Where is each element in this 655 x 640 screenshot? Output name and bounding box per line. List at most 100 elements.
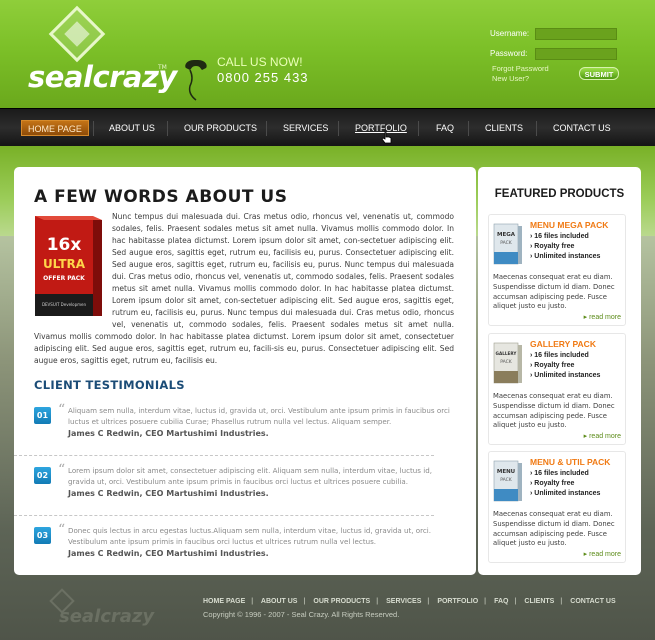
feature-text: Unlimited instances (534, 253, 601, 260)
testimonial-divider (14, 515, 434, 516)
testimonial-text: Lorem ipsum dolor sit amet, consectetuer… (68, 466, 432, 486)
testimonial-divider (14, 455, 434, 456)
footer-link-clients[interactable]: CLIENTS (524, 598, 554, 605)
feature-text: Royalty free (534, 480, 575, 487)
nav-item-products[interactable]: OUR PRODUCTS (184, 120, 257, 136)
featured-product: MEGA PACK MENU MEGA PACK › 16 files incl… (488, 214, 626, 326)
nav-item-faq[interactable]: FAQ (436, 120, 454, 136)
quote-icon: “ (58, 462, 66, 478)
feature-text: 16 files included (534, 470, 589, 477)
arrow-right-icon: ▸ (583, 551, 588, 558)
mouse-cursor-icon (381, 130, 392, 144)
product-box-image: GALLERY PACK (493, 342, 522, 384)
phone-icon (185, 60, 207, 101)
password-label: Password: (490, 49, 528, 58)
product-feature: › Unlimited instances (530, 372, 601, 379)
product-description: Maecenas consequat erat eu diam. Suspend… (493, 510, 615, 548)
forgot-password-link[interactable]: Forgot Password (492, 64, 549, 73)
testimonial-author: James C Redwin, CEO Martushimi Industrie… (68, 549, 269, 558)
logo-tm: TM (158, 64, 167, 71)
feature-text: Royalty free (534, 362, 575, 369)
read-more-link[interactable]: ▸ read more (584, 550, 621, 558)
nav-item-services[interactable]: SERVICES (283, 120, 328, 136)
nav-divider (418, 121, 419, 136)
footer-logo[interactable]: sealcrazy (59, 606, 154, 627)
about-text-block: Nunc tempus dui malesuada dui. Cras metu… (34, 211, 454, 367)
quote-icon: “ (58, 402, 66, 418)
footer-link-home[interactable]: HOME PAGE (203, 598, 245, 605)
testimonial-author: James C Redwin, CEO Martushimi Industrie… (68, 429, 269, 438)
submit-button[interactable]: SUBMIT (579, 67, 619, 80)
read-more-link[interactable]: ▸ read more (584, 313, 621, 321)
footer-link-about[interactable]: ABOUT US (261, 598, 298, 605)
nav-divider (167, 121, 168, 136)
featured-products-card: FEATURED PRODUCTS MEGA PACK MENU MEGA PA… (478, 167, 641, 575)
featured-title: FEATURED PRODUCTS (494, 188, 625, 200)
nav-divider (338, 121, 339, 136)
product-feature: › 16 files included (530, 233, 589, 240)
product-box-image: MENU PACK (493, 460, 522, 502)
box-sub: PACK (500, 477, 513, 483)
arrow-right-icon: ▸ (583, 433, 588, 440)
testimonial-number-badge: 01 (34, 407, 51, 424)
footer-link-portfolio[interactable]: PORTFOLIO (437, 598, 478, 605)
footer-link-contact[interactable]: CONTACT US (570, 598, 615, 605)
nav-divider (468, 121, 469, 136)
nav-item-home[interactable]: HOME PAGE (21, 120, 89, 136)
feature-text: Unlimited instances (534, 490, 601, 497)
product-name[interactable]: MENU & UTIL PACK (530, 457, 610, 467)
quote-icon: “ (58, 522, 66, 538)
product-feature: › Royalty free (530, 243, 575, 250)
main-nav: HOME PAGE ABOUT US OUR PRODUCTS SERVICES… (0, 108, 655, 146)
call-number: 0800 255 433 (217, 70, 309, 85)
footer-nav: HOME PAGE | ABOUT US | OUR PRODUCTS | SERVI… (203, 598, 616, 605)
testimonial-number-badge: 02 (34, 467, 51, 484)
product-description: Maecenas consequat erat eu diam. Suspend… (493, 392, 615, 430)
about-title: A FEW WORDS ABOUT US (34, 187, 288, 207)
product-box-image: MEGA PACK (493, 223, 522, 265)
box-label: GALLERY (496, 351, 518, 356)
product-name[interactable]: GALLERY PACK (530, 339, 596, 349)
box-sub: PACK (500, 240, 513, 246)
arrow-right-icon: ▸ (583, 314, 588, 321)
read-more-link[interactable]: ▸ read more (584, 432, 621, 440)
nav-item-clients[interactable]: CLIENTS (485, 120, 523, 136)
about-card: A FEW WORDS ABOUT US 16x ULTRA OFFER PAC… (14, 167, 476, 575)
read-more-label: read more (589, 314, 621, 321)
logo-mark-icon (48, 5, 106, 63)
read-more-label: read more (589, 433, 621, 440)
new-user-link[interactable]: New User? (492, 74, 529, 83)
testimonial-text: Aliquam sem nulla, interdum vitae, luctu… (68, 406, 450, 426)
feature-text: 16 files included (534, 233, 589, 240)
nav-item-about[interactable]: ABOUT US (109, 120, 155, 136)
nav-divider (93, 121, 94, 136)
product-description: Maecenas consequat erat eu diam. Suspend… (493, 273, 615, 311)
testimonial-text: Donec quis lectus in arcu egestas luctus… (68, 526, 431, 546)
feature-text: 16 files included (534, 352, 589, 359)
footer-link-faq[interactable]: FAQ (494, 598, 508, 605)
nav-divider (266, 121, 267, 136)
password-input[interactable] (535, 48, 617, 60)
testimonials-title: CLIENT TESTIMONIALS (34, 378, 185, 392)
username-label: Username: (490, 29, 530, 38)
nav-divider (536, 121, 537, 136)
box-label: MEGA (497, 232, 516, 238)
testimonial-author: James C Redwin, CEO Martushimi Industrie… (68, 489, 269, 498)
site-header: sealcrazy TM CALL US NOW! 0800 255 433 U… (0, 0, 655, 108)
footer-link-products[interactable]: OUR PRODUCTS (313, 598, 370, 605)
nav-item-contact[interactable]: CONTACT US (553, 120, 611, 136)
product-feature: › Unlimited instances (530, 253, 601, 260)
feature-text: Royalty free (534, 243, 575, 250)
read-more-label: read more (589, 551, 621, 558)
product-name[interactable]: MENU MEGA PACK (530, 220, 608, 230)
product-feature: › Unlimited instances (530, 490, 601, 497)
footer-link-services[interactable]: SERVICES (386, 598, 421, 605)
username-input[interactable] (535, 28, 617, 40)
product-feature: › 16 files included (530, 470, 589, 477)
box-sub: PACK (500, 359, 513, 365)
product-feature: › 16 files included (530, 352, 589, 359)
logo[interactable]: sealcrazy (28, 60, 177, 94)
feature-text: Unlimited instances (534, 372, 601, 379)
featured-product: MENU PACK MENU & UTIL PACK › 16 files in… (488, 451, 626, 563)
call-label: CALL US NOW! (217, 55, 303, 69)
